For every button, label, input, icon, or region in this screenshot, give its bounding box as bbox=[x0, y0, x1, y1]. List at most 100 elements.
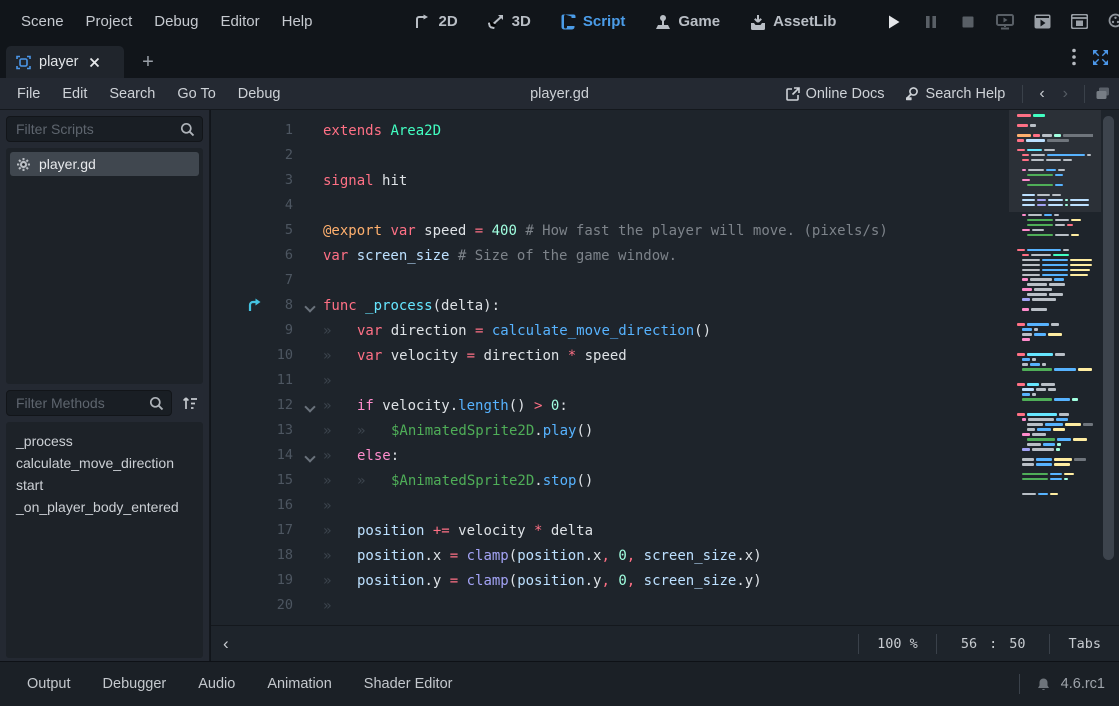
distraction-free-icon[interactable] bbox=[1092, 49, 1109, 66]
code-line[interactable]: 13»»$AnimatedSprite2D.play() bbox=[211, 418, 1011, 443]
bottom-tab-audio[interactable]: Audio bbox=[187, 671, 246, 697]
close-tab-icon[interactable] bbox=[89, 57, 100, 68]
minimap-segment bbox=[1044, 214, 1052, 217]
minimap-segment bbox=[1030, 124, 1036, 127]
script-menu-search[interactable]: Search bbox=[98, 82, 166, 106]
code-gutter[interactable]: 13 bbox=[211, 418, 323, 443]
code-line[interactable]: 17»position += velocity * delta bbox=[211, 518, 1011, 543]
menu-project[interactable]: Project bbox=[75, 7, 144, 36]
minimap-segment bbox=[1047, 139, 1069, 142]
script-menu-debug[interactable]: Debug bbox=[227, 82, 292, 106]
history-forward-button[interactable]: › bbox=[1057, 85, 1074, 103]
code-line[interactable]: 20» bbox=[211, 593, 1011, 618]
pause-button[interactable] bbox=[920, 11, 942, 33]
filter-methods-input[interactable]: Filter Methods bbox=[6, 390, 172, 416]
menu-editor[interactable]: Editor bbox=[209, 7, 270, 36]
code-line[interactable]: 1extends Area2D bbox=[211, 118, 1011, 143]
code-gutter[interactable]: 17 bbox=[211, 518, 323, 543]
workspace-script[interactable]: Script bbox=[552, 8, 635, 35]
method-item-_on_player_body_entered[interactable]: _on_player_body_entered bbox=[6, 496, 203, 518]
script-menu-go-to[interactable]: Go To bbox=[166, 82, 226, 106]
workspace-game[interactable]: Game bbox=[646, 8, 729, 35]
minimap[interactable] bbox=[1015, 110, 1095, 625]
workspace-3d[interactable]: 3D bbox=[479, 8, 540, 35]
script-item-player.gd[interactable]: player.gd bbox=[10, 152, 199, 176]
history-back-button[interactable]: ‹ bbox=[1033, 85, 1050, 103]
code-line[interactable]: 19»position.y = clamp(position.y, 0, scr… bbox=[211, 568, 1011, 593]
method-item-calculate_move_direction[interactable]: calculate_move_direction bbox=[6, 452, 203, 474]
make-floating-icon[interactable] bbox=[1095, 86, 1111, 101]
code-gutter[interactable]: 3 bbox=[211, 168, 323, 193]
bottom-tab-debugger[interactable]: Debugger bbox=[92, 671, 178, 697]
bottom-tab-output[interactable]: Output bbox=[16, 671, 82, 697]
code-line[interactable]: 7 bbox=[211, 268, 1011, 293]
code-line[interactable]: 15»»$AnimatedSprite2D.stop() bbox=[211, 468, 1011, 493]
indent-mode[interactable]: Tabs bbox=[1049, 634, 1119, 654]
collapse-scripts-panel-button[interactable]: ‹ bbox=[211, 634, 241, 654]
bottom-tab-shader-editor[interactable]: Shader Editor bbox=[353, 671, 464, 697]
code-gutter[interactable]: 10 bbox=[211, 343, 323, 368]
menu-scene[interactable]: Scene bbox=[10, 7, 75, 36]
movie-maker-button[interactable] bbox=[1105, 11, 1119, 33]
code-line[interactable]: 6var screen_size # Size of the game wind… bbox=[211, 243, 1011, 268]
menu-help[interactable]: Help bbox=[271, 7, 324, 36]
bottom-tab-animation[interactable]: Animation bbox=[256, 671, 342, 697]
code-line[interactable]: 11» bbox=[211, 368, 1011, 393]
filter-scripts-input[interactable]: Filter Scripts bbox=[6, 116, 203, 142]
remote-deploy-button[interactable] bbox=[994, 11, 1016, 33]
code-line[interactable]: 12»if velocity.length() > 0: bbox=[211, 393, 1011, 418]
online-docs-button[interactable]: Online Docs bbox=[779, 83, 892, 105]
tab-player[interactable]: player bbox=[6, 46, 124, 78]
code-gutter[interactable]: 16 bbox=[211, 493, 323, 518]
play-custom-scene-button[interactable] bbox=[1068, 11, 1090, 33]
code-line[interactable]: 9»var direction = calculate_move_directi… bbox=[211, 318, 1011, 343]
scrollbar-thumb[interactable] bbox=[1103, 116, 1114, 560]
menu-debug[interactable]: Debug bbox=[143, 7, 209, 36]
script-menu-edit[interactable]: Edit bbox=[51, 82, 98, 106]
code-gutter[interactable]: 11 bbox=[211, 368, 323, 393]
stop-button[interactable] bbox=[957, 11, 979, 33]
code-line[interactable]: 14»else: bbox=[211, 443, 1011, 468]
code-gutter[interactable]: 8 bbox=[211, 293, 323, 318]
code-editor[interactable]: 1extends Area2D23signal hit45@export var… bbox=[211, 110, 1119, 625]
code-gutter[interactable]: 2 bbox=[211, 143, 323, 168]
vertical-scrollbar[interactable] bbox=[1102, 112, 1115, 623]
code-gutter[interactable]: 9 bbox=[211, 318, 323, 343]
sort-methods-button[interactable] bbox=[177, 390, 203, 416]
new-tab-button[interactable]: + bbox=[136, 50, 160, 74]
code-gutter[interactable]: 7 bbox=[211, 268, 323, 293]
zoom-level[interactable]: 100 % bbox=[858, 634, 936, 654]
play-scene-button[interactable] bbox=[1031, 11, 1053, 33]
methods-list: _processcalculate_move_directionstart_on… bbox=[6, 422, 203, 658]
code-line[interactable]: 18»position.x = clamp(position.x, 0, scr… bbox=[211, 543, 1011, 568]
fold-arrow-icon[interactable] bbox=[304, 451, 315, 462]
code-line[interactable]: 3signal hit bbox=[211, 168, 1011, 193]
workspace-assetlib[interactable]: AssetLib bbox=[741, 8, 845, 35]
method-item-start[interactable]: start bbox=[6, 474, 203, 496]
fold-arrow-icon[interactable] bbox=[304, 401, 315, 412]
search-help-button[interactable]: Search Help bbox=[898, 83, 1013, 105]
code-gutter[interactable]: 18 bbox=[211, 543, 323, 568]
code-gutter[interactable]: 19 bbox=[211, 568, 323, 593]
workspace-2d[interactable]: 2D bbox=[405, 8, 466, 35]
fold-arrow-icon[interactable] bbox=[304, 301, 315, 312]
code-line[interactable]: 2 bbox=[211, 143, 1011, 168]
code-line[interactable]: 10»var velocity = direction * speed bbox=[211, 343, 1011, 368]
code-gutter[interactable]: 4 bbox=[211, 193, 323, 218]
code-line[interactable]: 4 bbox=[211, 193, 1011, 218]
code-line[interactable]: 16» bbox=[211, 493, 1011, 518]
code-gutter[interactable]: 14 bbox=[211, 443, 323, 468]
script-list-menu-icon[interactable] bbox=[1072, 48, 1076, 66]
code-gutter[interactable]: 15 bbox=[211, 468, 323, 493]
bell-icon[interactable] bbox=[1036, 677, 1051, 692]
method-item-_process[interactable]: _process bbox=[6, 430, 203, 452]
code-gutter[interactable]: 1 bbox=[211, 118, 323, 143]
play-button[interactable] bbox=[883, 11, 905, 33]
code-gutter[interactable]: 12 bbox=[211, 393, 323, 418]
code-line[interactable]: 8func _process(delta): bbox=[211, 293, 1011, 318]
code-gutter[interactable]: 20 bbox=[211, 593, 323, 618]
code-gutter[interactable]: 5 bbox=[211, 218, 323, 243]
code-gutter[interactable]: 6 bbox=[211, 243, 323, 268]
script-menu-file[interactable]: File bbox=[6, 82, 51, 106]
code-line[interactable]: 5@export var speed = 400 # How fast the … bbox=[211, 218, 1011, 243]
